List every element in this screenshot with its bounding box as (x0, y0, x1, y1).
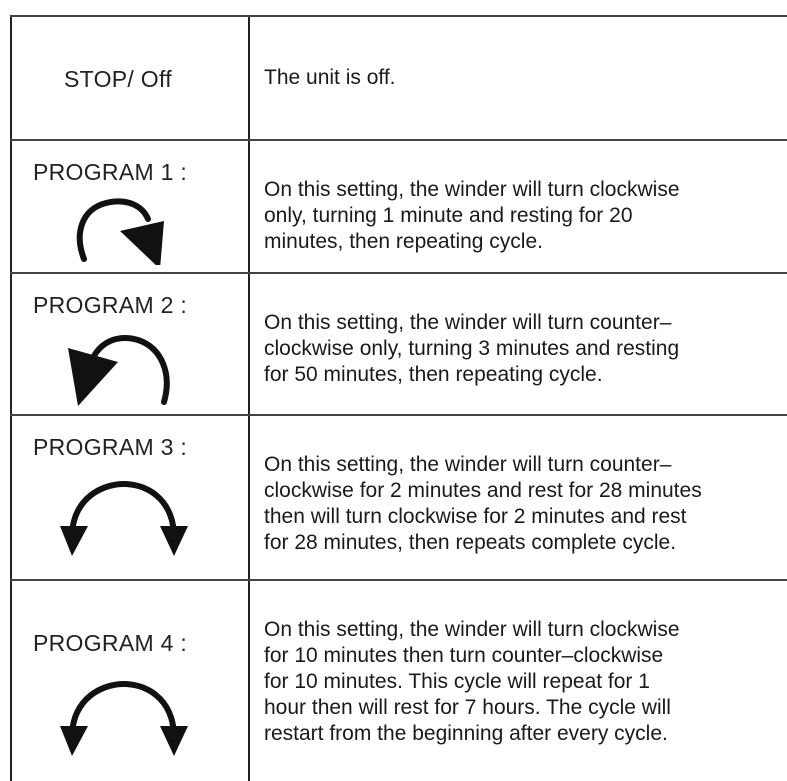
row-description: On this setting, the winder will turn co… (264, 453, 702, 554)
row-description: The unit is off. (264, 66, 396, 89)
bidirectional-arrow-icon (60, 680, 188, 756)
table-row-program-3: PROGRAM 3 : On this setting, the winder … (10, 414, 787, 579)
row-label: PROGRAM 4 : (33, 630, 188, 656)
row-label: PROGRAM 1 : (33, 159, 188, 185)
table-row-stop: STOP/ Off The unit is off. (10, 15, 787, 139)
row-label: PROGRAM 3 : (33, 434, 188, 460)
row-description: On this setting, the winder will turn cl… (264, 178, 680, 253)
clockwise-arrow-icon (76, 198, 164, 265)
row-description: On this setting, the winder will turn co… (264, 311, 680, 386)
table-row-program-2: PROGRAM 2 : On this setting, the winder … (10, 272, 787, 414)
program-table: STOP/ Off The unit is off. PROGRAM 1 : O… (10, 15, 787, 781)
counterclockwise-arrow-icon (68, 335, 170, 406)
row-label: STOP/ Off (64, 66, 172, 92)
table-row-program-1: PROGRAM 1 : On this setting, the winder … (10, 139, 787, 272)
row-label: PROGRAM 2 : (33, 292, 188, 318)
table-row-program-4: PROGRAM 4 : On this setting, the winder … (10, 579, 787, 781)
bidirectional-arrow-icon (60, 480, 188, 556)
row-description: On this setting, the winder will turn cl… (264, 618, 680, 745)
